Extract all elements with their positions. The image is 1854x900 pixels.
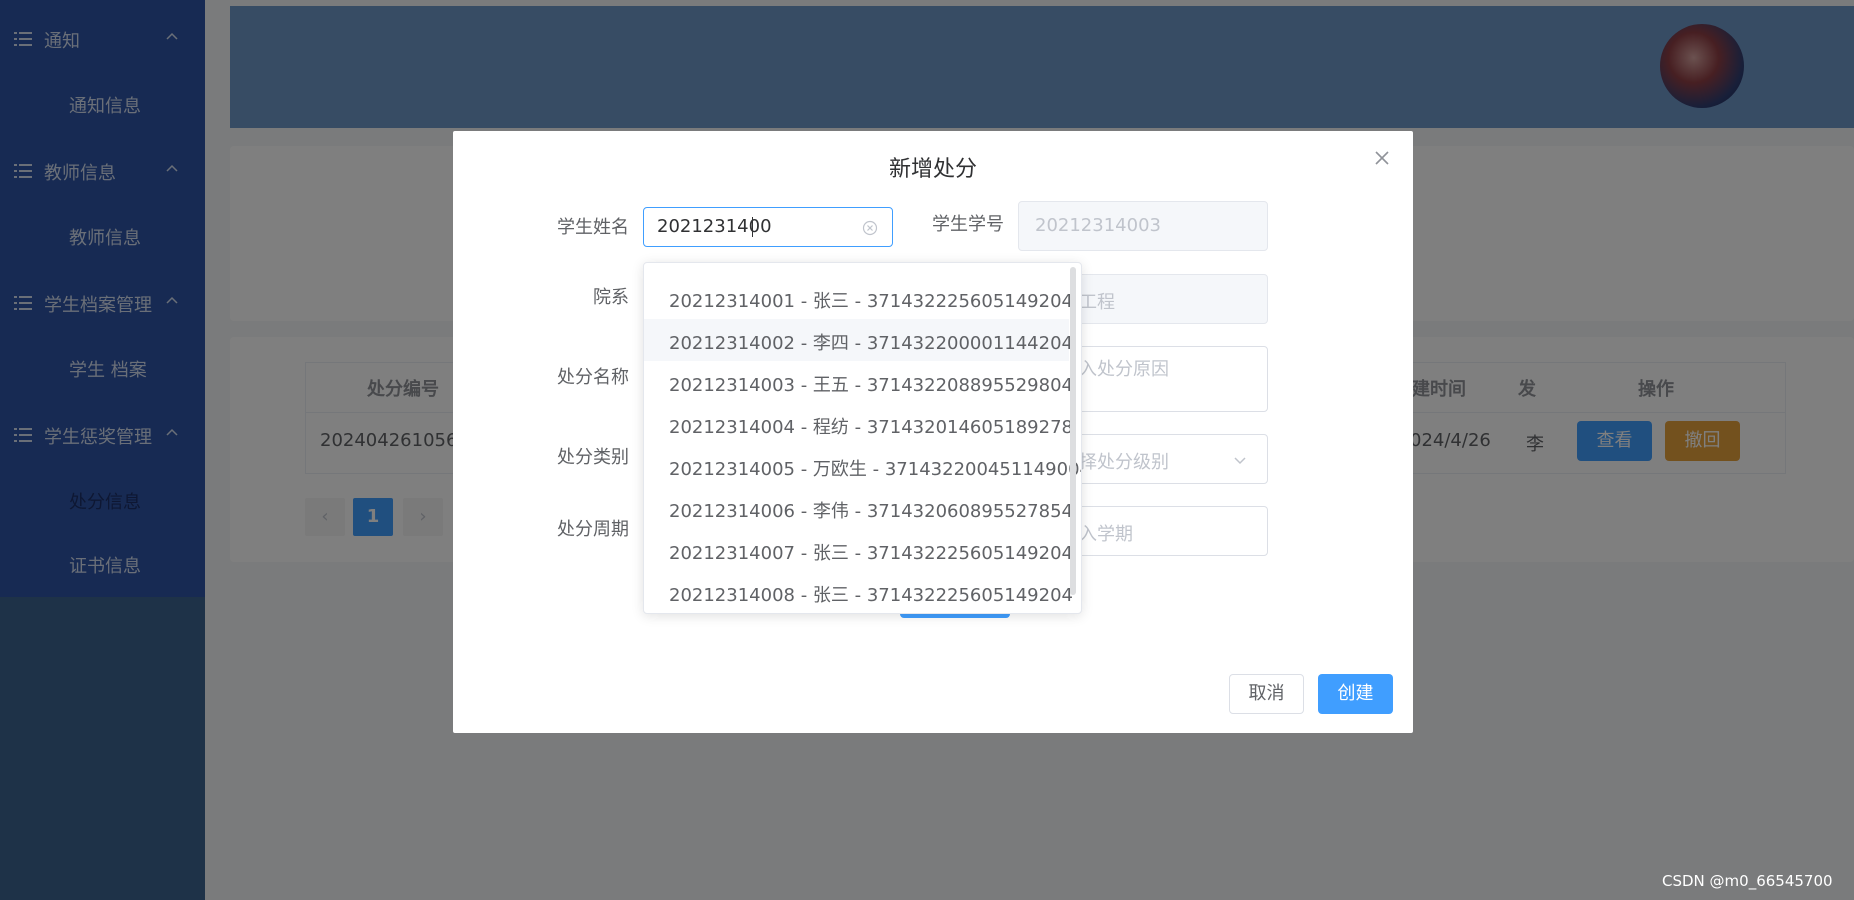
suggestion-item[interactable]: 20212314003 - 王五 - 371432208895529804 <box>644 361 1073 403</box>
close-icon[interactable] <box>1373 149 1391 167</box>
student-name-label: 学生姓名 <box>557 217 629 238</box>
cancel-button[interactable]: 取消 <box>1229 674 1304 714</box>
student-name-input[interactable]: 2021231400 <box>643 207 893 247</box>
student-no-input[interactable]: 20212314003 <box>1018 201 1268 251</box>
clear-icon[interactable] <box>862 220 878 236</box>
watermark: CSDN @m0_66545700 <box>1662 872 1833 890</box>
punish-name-label: 处分名称 <box>557 367 629 388</box>
suggestion-item[interactable]: 20212314007 - 张三 - 371432225605149204 <box>644 529 1073 571</box>
autocomplete-dropdown: 20212314001 - 张三 - 371432225605149204 20… <box>643 262 1082 614</box>
punish-type-label: 处分类别 <box>557 447 629 468</box>
department-label: 院系 <box>593 287 629 308</box>
dropdown-scrollbar[interactable] <box>1070 267 1076 595</box>
dialog-title: 新增处分 <box>888 157 977 182</box>
chevron-down-icon <box>1234 457 1246 465</box>
suggestion-item[interactable]: 20212314002 - 李四 - 371432200001144204 <box>644 319 1073 361</box>
student-no-label: 学生学号 <box>932 214 1004 235</box>
suggestion-item[interactable]: 20212314006 - 李伟 - 371432060895527854 <box>644 487 1073 529</box>
suggestion-item[interactable]: 20212314001 - 张三 - 371432225605149204 <box>644 277 1073 319</box>
create-button[interactable]: 创建 <box>1318 674 1393 714</box>
suggestion-item[interactable]: 20212314008 - 张三 - 371432225605149204 <box>644 571 1073 613</box>
punish-period-label: 处分周期 <box>557 519 629 540</box>
suggestion-item[interactable]: 20212314004 - 程纺 - 371432014605189278 <box>644 403 1073 445</box>
suggestion-item[interactable]: 20212314005 - 万欧生 - 371432200451149004 <box>644 445 1081 487</box>
